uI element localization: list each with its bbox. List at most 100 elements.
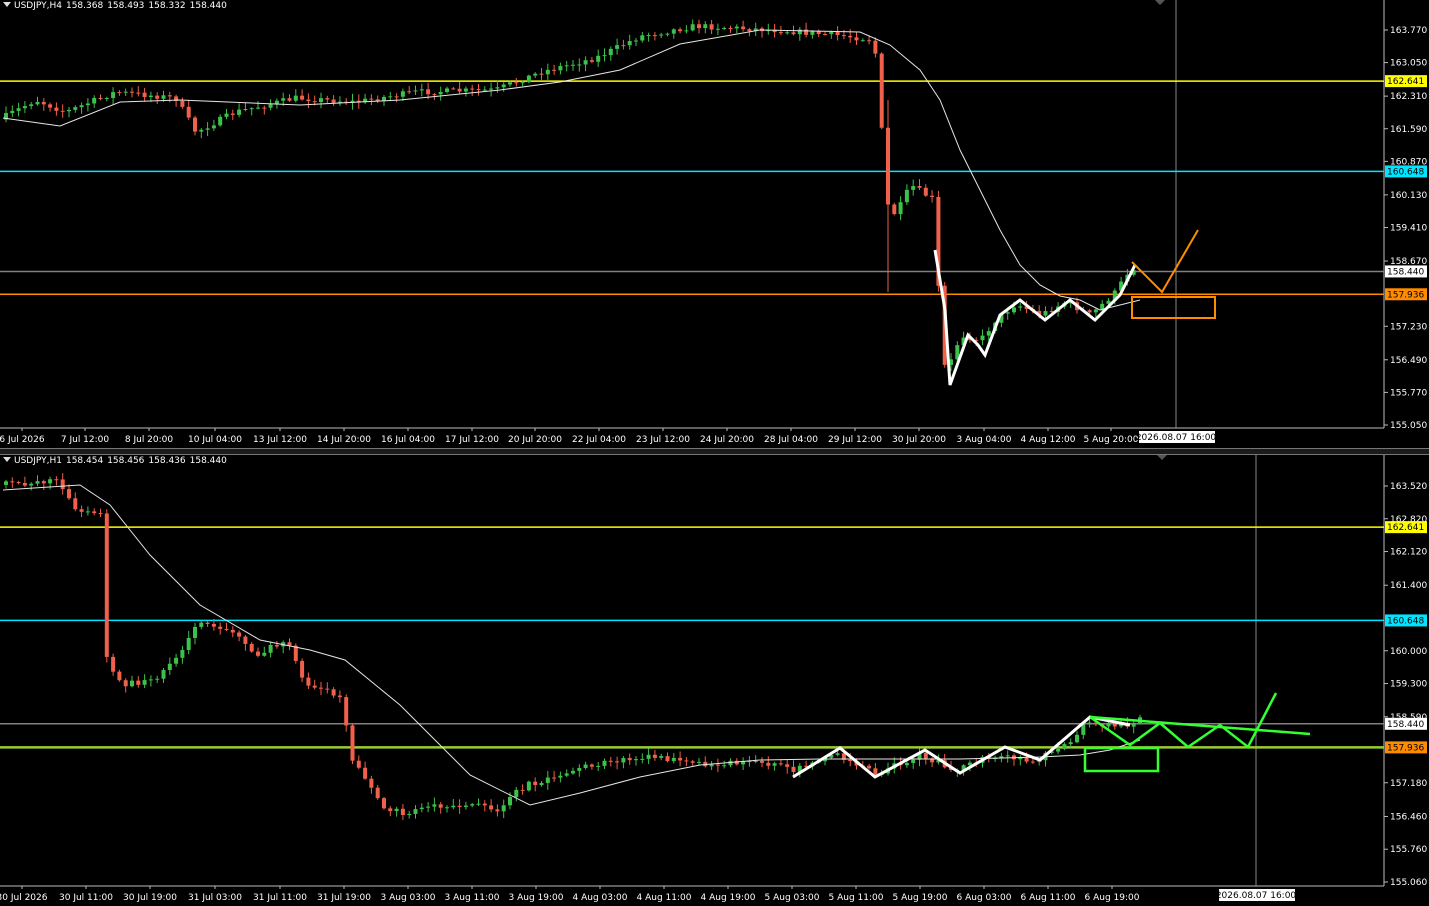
candle-body: [785, 32, 790, 34]
candle-body: [520, 82, 525, 84]
candle-body: [35, 481, 40, 484]
candle-body: [615, 761, 620, 763]
scroll-marker-icon: [1155, 0, 1165, 5]
candle-body: [419, 89, 424, 91]
candle-body: [627, 758, 632, 761]
candle-body: [243, 108, 248, 110]
candle-body: [205, 622, 210, 624]
candle-body: [482, 803, 487, 806]
price-level-label: 162.641: [1387, 523, 1424, 533]
candle-body: [16, 108, 21, 111]
candle-body: [262, 652, 267, 656]
candle-body: [300, 660, 305, 678]
candle-body: [451, 88, 456, 90]
moving-average-line: [2, 29, 1141, 311]
time-tick-label: 6 Jul 2026: [0, 435, 45, 445]
candle-body: [344, 697, 349, 726]
candle-body: [155, 95, 160, 99]
candle-body: [564, 65, 569, 67]
candle-body: [476, 803, 481, 805]
candle-body: [571, 64, 575, 66]
candle-body: [300, 95, 305, 100]
time-tick-label: 30 Jul 2026: [0, 893, 48, 903]
candle-body: [407, 91, 412, 93]
candle-body: [1131, 723, 1136, 727]
price-tick-label: 162.120: [1390, 548, 1427, 558]
time-tick-label: 14 Jul 20:00: [317, 435, 371, 445]
candle-body: [369, 778, 374, 788]
candle-body: [249, 643, 254, 652]
h1-chart-canvas[interactable]: 163.520162.820162.120161.400160.000159.3…: [0, 455, 1429, 906]
h1-chart-panel[interactable]: USDJPY,H1 158.454 158.456 158.436 158.440 16…: [0, 455, 1429, 906]
candle-body: [426, 89, 431, 95]
candle-body: [659, 756, 664, 758]
candle-body: [388, 808, 393, 812]
candle-body: [703, 24, 708, 29]
candle-body: [29, 483, 34, 486]
candle-body: [1056, 748, 1061, 752]
candle-body: [646, 754, 651, 759]
price-level-label: 158.440: [1387, 720, 1424, 730]
panel-splitter[interactable]: [0, 448, 1429, 455]
candle-body: [104, 513, 109, 657]
candle-body: [577, 64, 582, 66]
price-tick-label: 156.460: [1390, 812, 1427, 822]
candle-body: [463, 88, 468, 92]
candle-body: [256, 107, 260, 109]
candle-body: [1062, 744, 1067, 749]
candle-body: [325, 98, 330, 100]
h4-chart-panel[interactable]: USDJPY,H4 158.368 158.493 158.332 158.440 16…: [0, 0, 1429, 448]
candle-body: [495, 87, 500, 89]
time-tick-label: 16 Jul 04:00: [381, 435, 435, 445]
candle-body: [753, 760, 758, 762]
zigzag-projection-line: [933, 249, 1137, 386]
candle-body: [520, 789, 525, 791]
candle-body: [104, 98, 109, 100]
time-tick-label: 5 Aug 20:00: [1084, 435, 1139, 445]
price-level-label: 162.641: [1387, 77, 1424, 87]
candle-body: [451, 805, 456, 808]
time-tick-label: 31 Jul 19:00: [317, 893, 371, 903]
candle-body: [205, 128, 210, 130]
candle-body: [873, 768, 878, 775]
price-level-label: 160.648: [1387, 167, 1424, 177]
candle-body: [432, 94, 437, 96]
candle-body: [778, 32, 783, 34]
candle-body: [690, 761, 695, 763]
candle-body: [356, 760, 361, 768]
crosshair-time-label: 2026.08.07 16:00: [1136, 433, 1217, 443]
candle-body: [772, 763, 777, 766]
candle-body: [268, 644, 273, 653]
candle-body: [331, 689, 336, 696]
candle-body: [148, 679, 153, 681]
candle-body: [123, 91, 128, 93]
candle-body: [665, 33, 670, 35]
price-level-label: 160.648: [1387, 616, 1424, 626]
candle-body: [734, 26, 739, 29]
candle-body: [4, 481, 8, 485]
time-tick-label: 6 Aug 11:00: [1021, 893, 1076, 903]
candle-body: [501, 84, 506, 88]
candle-body: [337, 695, 342, 698]
candle-body: [413, 90, 418, 92]
time-tick-label: 6 Aug 03:00: [957, 893, 1012, 903]
candle-body: [274, 644, 279, 647]
candle-body: [829, 32, 834, 35]
candle-body: [841, 35, 846, 37]
time-tick-label: 31 Jul 03:00: [188, 893, 242, 903]
time-tick-label: 5 Aug 19:00: [893, 893, 948, 903]
candle-body: [608, 760, 613, 762]
candle-body: [873, 40, 878, 54]
candle-body: [218, 116, 223, 126]
candle-body: [602, 55, 607, 57]
price-tick-label: 161.400: [1390, 581, 1427, 591]
price-tick-label: 161.590: [1390, 125, 1427, 135]
candle-body: [508, 797, 512, 806]
price-tick-label: 163.770: [1390, 26, 1427, 36]
candle-body: [816, 31, 821, 35]
candle-body: [224, 113, 229, 117]
candle-body: [1005, 312, 1010, 314]
h4-chart-canvas[interactable]: 163.770163.050162.310161.590160.870160.1…: [0, 0, 1429, 448]
candle-body: [470, 804, 475, 806]
candle-body: [1012, 307, 1016, 313]
